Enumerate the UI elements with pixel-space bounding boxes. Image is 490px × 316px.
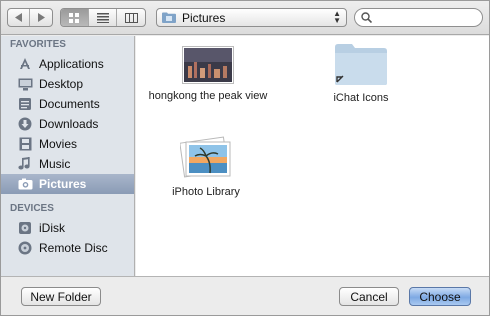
file-item-iphoto-library[interactable]: iPhoto Library (166, 136, 246, 198)
sidebar-item-label: Remote Disc (39, 241, 108, 255)
sidebar-item-label: Desktop (39, 77, 84, 91)
column-view-icon (124, 12, 138, 23)
sidebar-item-music[interactable]: Music (1, 154, 134, 174)
choose-button[interactable]: Choose (409, 287, 471, 306)
location-popup[interactable]: Pictures ▲ ▼ (156, 8, 347, 27)
cancel-button[interactable]: Cancel (339, 287, 399, 306)
sidebar-item-label: iDisk (39, 221, 65, 235)
sidebar-item-remote-disc[interactable]: Remote Disc (1, 238, 134, 258)
search-input[interactable] (376, 11, 476, 24)
sidebar-item-downloads[interactable]: Downloads (1, 114, 134, 134)
sidebar: FAVORITES Applications Desktop Documents… (1, 36, 135, 276)
pictures-folder-icon (162, 12, 176, 23)
icon-view-icon (69, 12, 79, 23)
devices-header: DEVICES (10, 203, 54, 214)
sidebar-item-label: Movies (39, 137, 78, 151)
photo-thumbnail-icon (182, 46, 234, 84)
sidebar-item-applications[interactable]: Applications (1, 54, 134, 74)
sidebar-item-documents[interactable]: Documents (1, 94, 134, 114)
sidebar-item-label: Pictures (39, 177, 87, 191)
desktop-icon (17, 76, 33, 92)
search-icon (361, 12, 372, 23)
downloads-icon (17, 116, 33, 132)
pictures-icon (17, 176, 33, 192)
file-item-hongkong[interactable]: hongkong the peak view (148, 46, 268, 102)
open-dialog: Pictures ▲ ▼ FAVORITES Applications Deskt… (0, 0, 490, 316)
music-icon (17, 156, 33, 172)
forward-button[interactable] (30, 9, 52, 26)
sidebar-item-pictures[interactable]: Pictures (1, 174, 134, 194)
view-mode-control (60, 8, 146, 27)
idisk-icon (17, 220, 33, 236)
sidebar-item-desktop[interactable]: Desktop (1, 74, 134, 94)
search-field[interactable] (354, 8, 483, 27)
list-view-icon (96, 12, 109, 23)
back-arrow-icon (14, 13, 22, 22)
toolbar: Pictures ▲ ▼ (1, 1, 489, 35)
location-label: Pictures (182, 10, 226, 25)
applications-icon (17, 56, 33, 72)
remote-disc-icon (17, 240, 33, 256)
sidebar-item-label: Applications (39, 57, 104, 71)
new-folder-button[interactable]: New Folder (21, 287, 101, 306)
sidebar-item-movies[interactable]: Movies (1, 134, 134, 154)
popup-arrows-icon: ▲ ▼ (333, 9, 341, 25)
file-item-ichat-icons[interactable]: iChat Icons (311, 42, 411, 104)
back-forward-control (7, 8, 53, 27)
sidebar-item-label: Documents (39, 97, 100, 111)
dialog-footer: New Folder Cancel Choose (1, 276, 489, 315)
file-name: iChat Icons (333, 92, 389, 104)
iphoto-library-icon (180, 136, 231, 178)
icon-view-button[interactable] (61, 9, 89, 26)
list-view-button[interactable] (89, 9, 117, 26)
file-name: hongkong the peak view (148, 90, 268, 102)
movies-icon (17, 136, 33, 152)
back-button[interactable] (8, 9, 30, 26)
file-name: iPhoto Library (172, 186, 240, 198)
favorites-header: FAVORITES (10, 39, 66, 50)
file-browser: hongkong the peak view iChat Icons iPhot… (136, 36, 489, 276)
column-view-button[interactable] (117, 9, 145, 26)
sidebar-item-label: Downloads (39, 117, 99, 131)
documents-icon (17, 96, 33, 112)
folder-alias-icon (335, 44, 387, 85)
sidebar-item-idisk[interactable]: iDisk (1, 218, 134, 238)
sidebar-item-label: Music (39, 157, 71, 171)
forward-arrow-icon (38, 13, 45, 22)
